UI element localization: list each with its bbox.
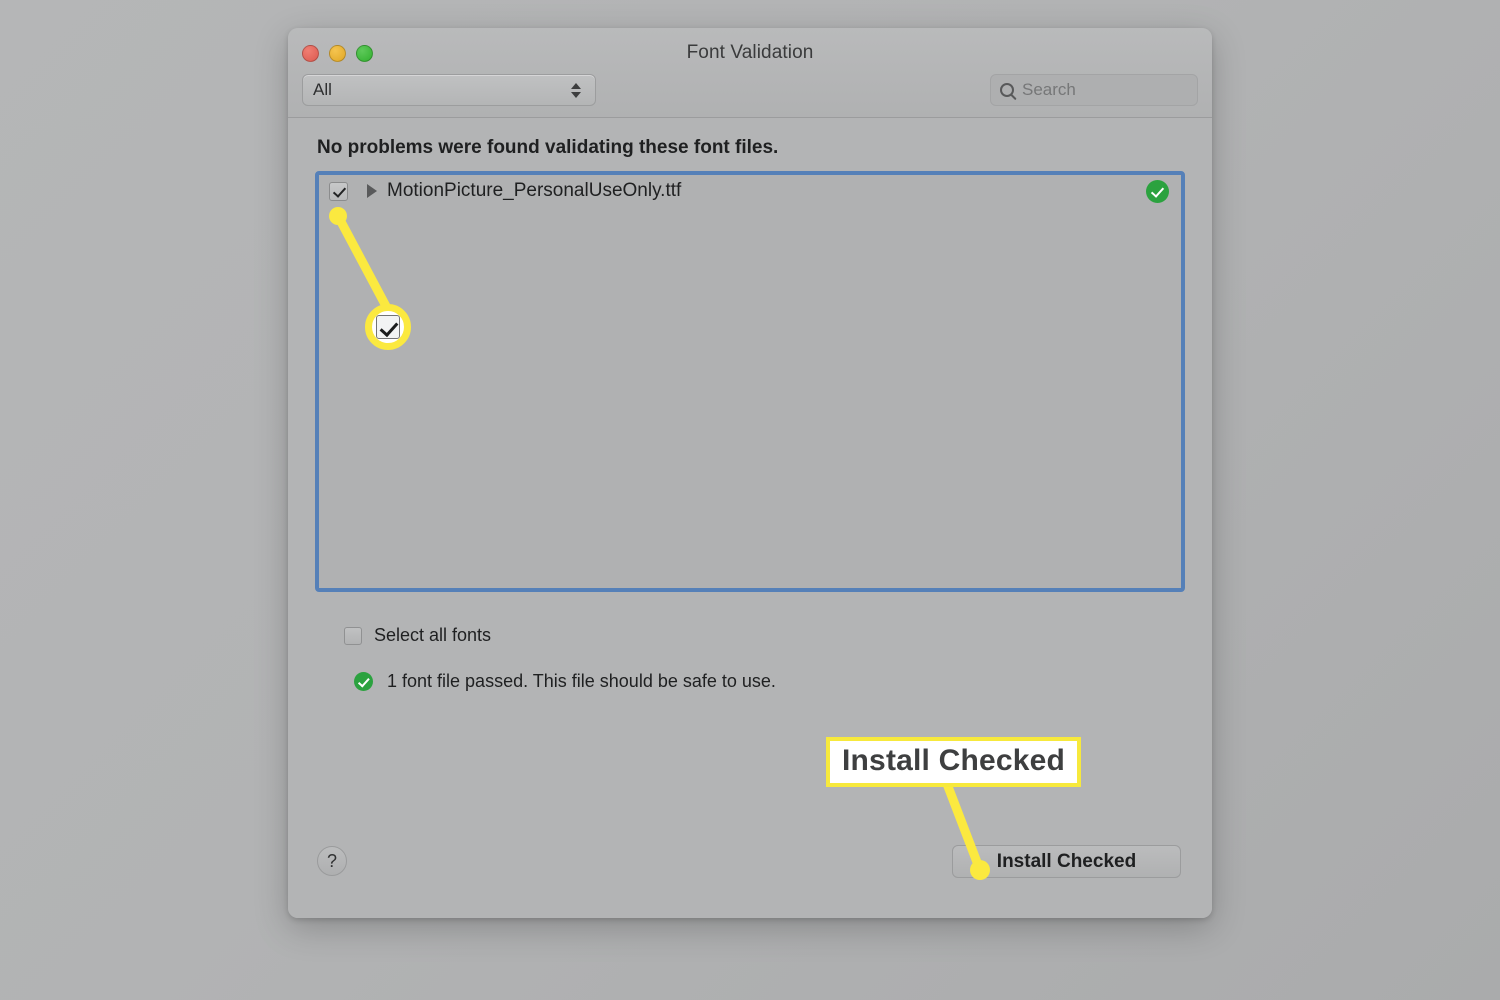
search-icon	[1000, 83, 1014, 97]
select-all-label: Select all fonts	[374, 625, 492, 645]
validation-summary-text: 1 font file passed. This file should be …	[387, 671, 776, 691]
help-button[interactable]: ?	[317, 846, 347, 876]
select-all-fonts-row[interactable]: Select all fonts	[344, 625, 491, 646]
stepper-updown-icon[interactable]	[571, 82, 581, 98]
search-placeholder: Search	[1022, 80, 1076, 99]
disclosure-triangle-icon[interactable]	[367, 184, 377, 198]
font-file-list[interactable]: MotionPicture_PersonalUseOnly.ttf	[315, 171, 1185, 592]
window-title: Font Validation	[686, 42, 814, 63]
green-check-icon	[1146, 179, 1169, 203]
window-content: No problems were found validating these …	[288, 118, 1212, 918]
validation-summary: 1 font file passed. This file should be …	[354, 671, 776, 692]
font-file-name: MotionPicture_PersonalUseOnly.ttf	[387, 180, 682, 201]
row-checkbox[interactable]	[329, 181, 348, 201]
search-field[interactable]: Search	[990, 74, 1198, 106]
table-row[interactable]: MotionPicture_PersonalUseOnly.ttf	[319, 175, 1181, 207]
window-titlebar: Font Validation All Search	[288, 28, 1212, 118]
install-checked-button[interactable]: Install Checked	[952, 845, 1181, 878]
font-filter-value: All	[313, 80, 332, 99]
install-checked-callout-label: Install Checked	[826, 737, 1082, 787]
checkbox-magnifier-callout	[365, 304, 411, 350]
font-filter-select[interactable]: All	[302, 74, 596, 106]
select-all-checkbox[interactable]	[344, 626, 362, 645]
validation-headline: No problems were found validating these …	[317, 137, 779, 158]
magnified-checkbox-icon	[376, 315, 400, 339]
green-check-icon	[354, 672, 373, 691]
